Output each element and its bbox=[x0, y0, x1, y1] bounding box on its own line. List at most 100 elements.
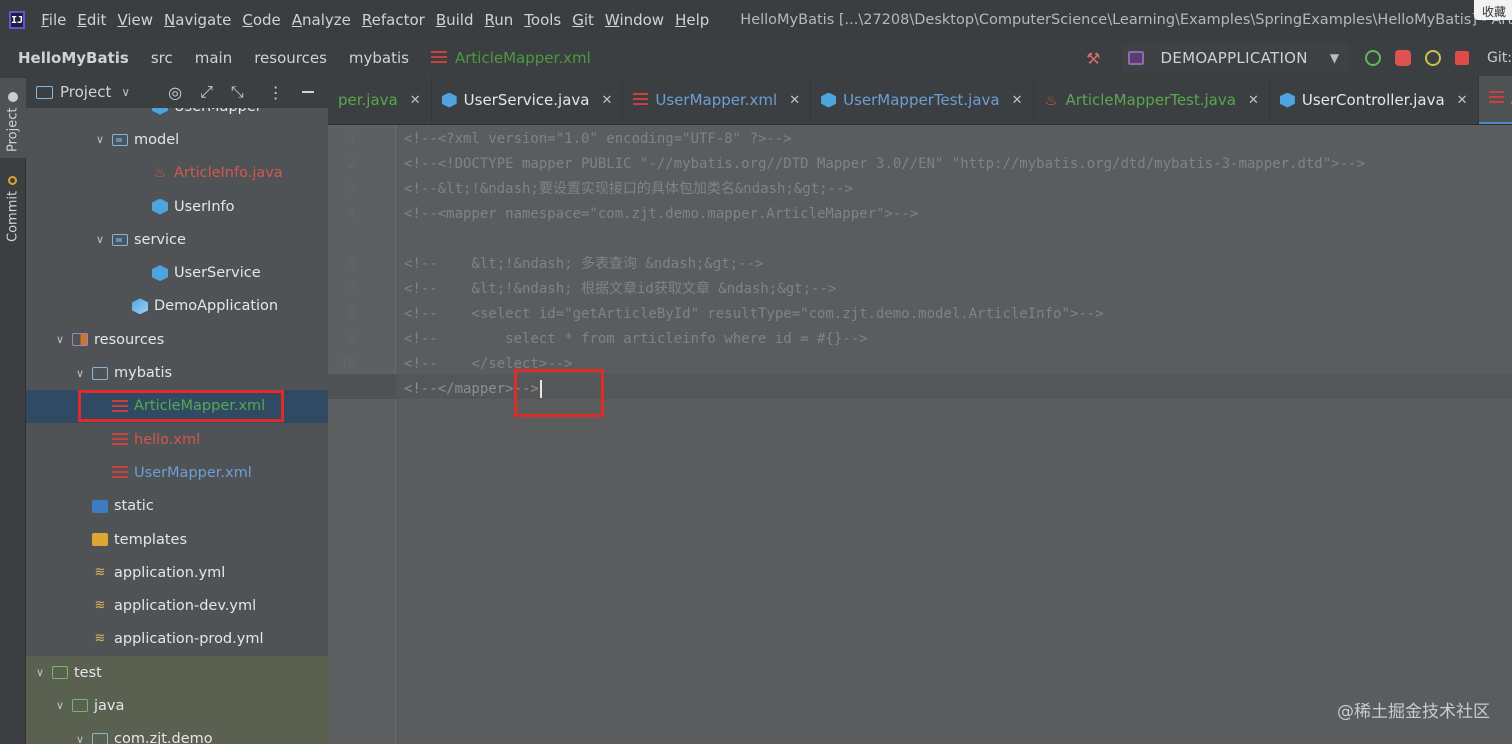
tree-node-label: templates bbox=[114, 531, 188, 548]
menu-tools[interactable]: Tools bbox=[524, 11, 561, 29]
run-config-label: DEMOAPPLICATION bbox=[1160, 49, 1308, 67]
menu-window[interactable]: Window bbox=[605, 11, 664, 29]
menu-build[interactable]: Build bbox=[436, 11, 474, 29]
menu-git[interactable]: Git bbox=[572, 11, 594, 29]
chevron-down-icon[interactable]: ∨ bbox=[54, 333, 66, 346]
tree-node[interactable]: templates bbox=[26, 523, 328, 556]
watermark: @稀土掘金技术社区 bbox=[1337, 702, 1490, 722]
breadcrumb-file[interactable]: ArticleMapper.xml bbox=[431, 49, 591, 67]
chevron-down-icon[interactable]: ∨ bbox=[34, 666, 46, 679]
collect-button[interactable]: 收藏 bbox=[1474, 0, 1512, 20]
chevron-down-icon[interactable]: ∨ bbox=[74, 733, 86, 744]
git-label[interactable]: Git: bbox=[1487, 50, 1512, 66]
tree-node[interactable]: UserService bbox=[26, 256, 328, 289]
close-tab-icon[interactable]: ✕ bbox=[1012, 93, 1023, 108]
menu-run[interactable]: Run bbox=[485, 11, 514, 29]
menu-refactor[interactable]: Refactor bbox=[362, 11, 425, 29]
editor-tab[interactable]: UserService.java ✕ bbox=[432, 76, 624, 124]
tree-node[interactable]: ♨ ArticleInfo.java bbox=[26, 157, 328, 190]
project-tool-icon bbox=[8, 91, 18, 102]
tree-node[interactable]: ArticleMapper.xml bbox=[26, 389, 328, 423]
editor-tab[interactable]: UserMapper.xml ✕ bbox=[623, 76, 812, 124]
line-number: 9 bbox=[348, 332, 356, 347]
tree-node[interactable]: DemoApplication bbox=[26, 290, 328, 323]
tree-node-label: static bbox=[114, 498, 154, 515]
chevron-down-icon[interactable]: ∨ bbox=[54, 699, 66, 712]
chevron-down-icon[interactable]: ∨ bbox=[94, 133, 106, 146]
tree-node[interactable]: ∨ java bbox=[26, 689, 328, 723]
code-line: <!-- &lt;!&ndash; 根据文章id获取文章 &ndash;&gt;… bbox=[404, 281, 837, 297]
intellij-logo-icon[interactable]: IJ bbox=[9, 11, 26, 29]
tree-node[interactable]: ∨ model bbox=[26, 123, 328, 156]
tree-node-label: ArticleInfo.java bbox=[174, 165, 283, 182]
chevron-down-icon[interactable]: ∨ bbox=[74, 367, 86, 380]
project-tool-label: Project bbox=[5, 107, 21, 152]
breadcrumb-project[interactable]: HelloMyBatis bbox=[18, 49, 129, 67]
tree-node[interactable]: hello.xml bbox=[26, 423, 328, 456]
close-tab-icon[interactable]: ✕ bbox=[789, 93, 800, 108]
breadcrumb-src[interactable]: src bbox=[151, 49, 173, 67]
menu-analyze[interactable]: Analyze bbox=[292, 11, 351, 29]
stop-icon[interactable] bbox=[1455, 51, 1470, 65]
breadcrumb-mybatis[interactable]: mybatis bbox=[349, 49, 409, 67]
close-tab-icon[interactable]: ✕ bbox=[1248, 93, 1259, 108]
editor-tab[interactable]: ♨ ArticleMapperTest.java ✕ bbox=[1034, 76, 1270, 124]
tree-node[interactable]: ∨ test bbox=[26, 656, 328, 690]
build-hammer-icon[interactable]: ⚒ bbox=[1086, 49, 1100, 68]
tree-node[interactable]: ∨ service bbox=[26, 223, 328, 256]
more-options-icon[interactable]: ⋮ bbox=[268, 83, 284, 102]
tree-node-label: model bbox=[134, 131, 180, 148]
debug-bug-icon[interactable] bbox=[1395, 50, 1412, 66]
tree-node[interactable]: ∨ com.zjt.demo bbox=[26, 722, 328, 744]
menu-view[interactable]: View bbox=[117, 11, 153, 29]
tree-node[interactable]: static bbox=[26, 490, 328, 523]
tree-node[interactable]: ≋ application-prod.yml bbox=[26, 623, 328, 656]
rerun-icon[interactable] bbox=[1365, 50, 1382, 66]
project-tool-tab[interactable]: Project bbox=[0, 78, 26, 158]
close-tab-icon[interactable]: ✕ bbox=[410, 93, 421, 108]
tree-node[interactable]: ∨ mybatis bbox=[26, 356, 328, 389]
menu-bar: IJ File Edit View Navigate Code Analyze … bbox=[0, 0, 1512, 40]
breadcrumb-resources[interactable]: resources bbox=[254, 49, 327, 67]
menu-help[interactable]: Help bbox=[675, 11, 709, 29]
menu-file[interactable]: File bbox=[41, 11, 66, 29]
code-area[interactable]: <!--<?xml version="1.0" encoding="UTF-8"… bbox=[396, 125, 1512, 744]
menu-navigate[interactable]: Navigate bbox=[164, 11, 231, 29]
project-view-selector[interactable]: Project ∨ bbox=[36, 83, 130, 101]
class-icon bbox=[152, 265, 168, 282]
xml-icon bbox=[112, 466, 128, 480]
collapse-all-icon[interactable]: ⤡ bbox=[231, 82, 244, 102]
run-with-coverage-icon[interactable] bbox=[1425, 50, 1442, 66]
chevron-down-icon[interactable]: ∨ bbox=[94, 233, 106, 246]
run-config-selector[interactable]: DEMOAPPLICATION ▼ bbox=[1122, 44, 1350, 72]
tree-node-label: hello.xml bbox=[134, 431, 201, 448]
xml-file-icon bbox=[431, 51, 447, 65]
tree-node[interactable]: UserMapper.xml bbox=[26, 456, 328, 489]
code-line: <!--<!DOCTYPE mapper PUBLIC "-//mybatis.… bbox=[404, 156, 1365, 172]
folder-icon bbox=[92, 366, 108, 380]
code-editor[interactable]: 123467891011 <!--<?xml version="1.0" enc… bbox=[328, 125, 1512, 744]
menu-code[interactable]: Code bbox=[242, 11, 280, 29]
menu-edit[interactable]: Edit bbox=[77, 11, 106, 29]
res-icon bbox=[72, 333, 88, 347]
tree-node[interactable]: ≋ application-dev.yml bbox=[26, 589, 328, 622]
project-tree: UserMapper∨model♨ArticleInfo.javaUserInf… bbox=[26, 90, 328, 744]
hide-pane-icon[interactable] bbox=[301, 91, 314, 93]
tree-node[interactable]: ≋ application.yml bbox=[26, 556, 328, 589]
tree-node[interactable]: ∨ resources bbox=[26, 323, 328, 356]
tree-node-label: application.yml bbox=[114, 564, 226, 581]
commit-tool-label: Commit bbox=[5, 190, 21, 242]
editor-tab[interactable]: UserController.java ✕ bbox=[1270, 76, 1479, 124]
editor-tab[interactable]: per.java ✕ bbox=[328, 76, 432, 124]
close-tab-icon[interactable]: ✕ bbox=[1457, 93, 1468, 108]
commit-tool-tab[interactable]: Commit bbox=[0, 168, 26, 248]
close-tab-icon[interactable]: ✕ bbox=[601, 93, 612, 108]
editor-tab[interactable]: ArticleMapper.xml bbox=[1478, 76, 1512, 124]
code-line: <!--</mapper>--> bbox=[404, 377, 542, 402]
target-icon[interactable]: ◎ bbox=[168, 83, 182, 102]
editor-tab[interactable]: UserMapperTest.java ✕ bbox=[811, 76, 1034, 124]
breadcrumb-main[interactable]: main bbox=[195, 49, 232, 67]
green-icon bbox=[52, 666, 68, 680]
tree-node[interactable]: UserInfo bbox=[26, 190, 328, 223]
expand-all-icon[interactable]: ⤢ bbox=[200, 82, 213, 102]
